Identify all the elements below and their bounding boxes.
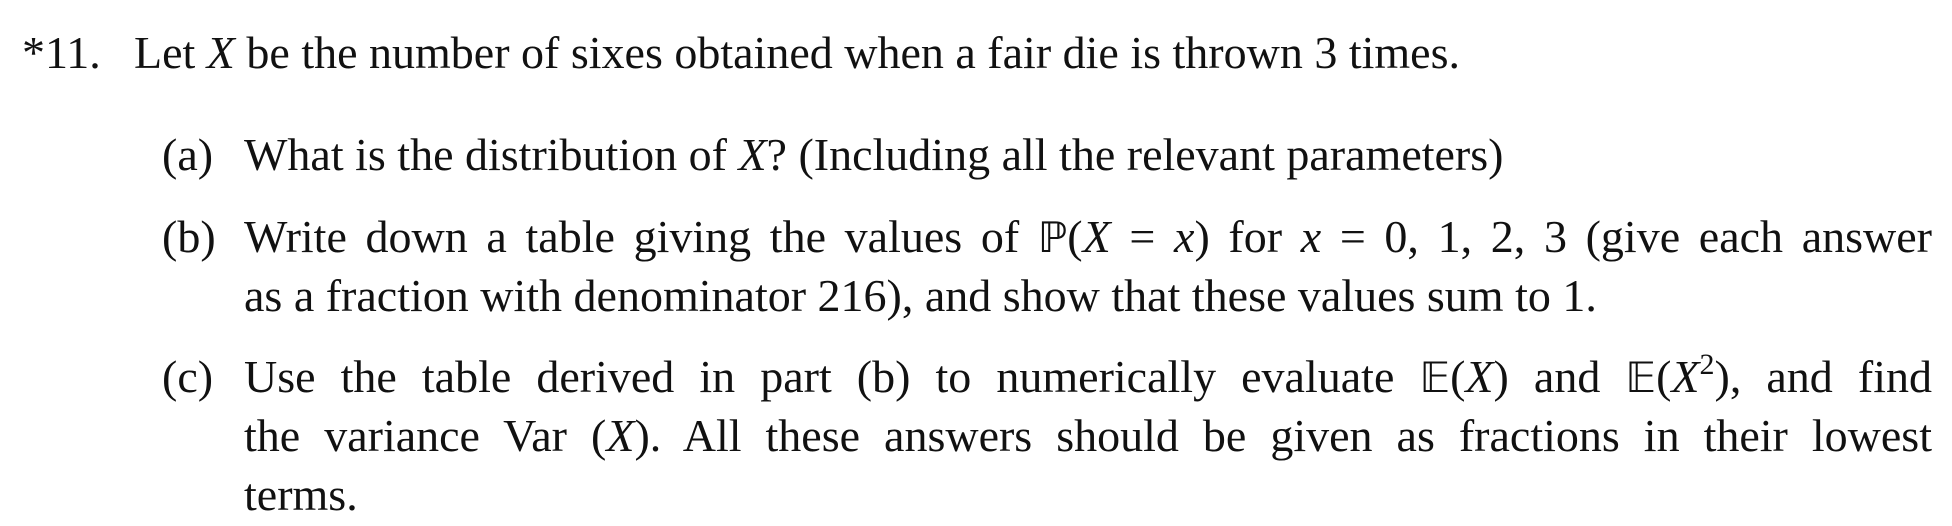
question-header: *11. Let X be the number of sixes obtaine…: [22, 30, 1460, 76]
variable-x: X: [206, 27, 235, 78]
part-c-text-1: Use the table derived in part (b) to num…: [244, 351, 1420, 402]
problem-page: *11. Let X be the number of sixes obtaine…: [0, 0, 1952, 526]
part-b-var-x-upper: X: [1082, 211, 1111, 262]
part-a-text-1: What is the distribution of: [244, 129, 739, 180]
part-a-line-1: What is the distribution of X? (Includin…: [244, 132, 1503, 178]
expectation-symbol-2: 𝔼: [1625, 353, 1657, 402]
part-b-equals: =: [1110, 211, 1175, 262]
part-c-text-2: ) and: [1493, 351, 1626, 402]
question-text-start: Let: [134, 27, 207, 78]
part-b-line-2: as a fraction with denominator 216), and…: [244, 273, 1597, 319]
part-c-text-4: the variance Var (: [244, 410, 607, 461]
part-c-paren-open: (: [1450, 351, 1466, 402]
part-a-label: (a): [162, 129, 214, 180]
question-text-end: be the number of sixes obtained when a f…: [234, 27, 1460, 78]
part-b-text-1: Write down a table giving the values of: [244, 211, 1038, 262]
part-b-label: (b): [162, 211, 216, 262]
part-c-line-1: Use the table derived in part (b) to num…: [244, 350, 1932, 402]
part-c-paren-open-2: (: [1656, 351, 1672, 402]
part-c-var-x-3: X: [606, 410, 635, 461]
part-b-line-1: Write down a table giving the values of …: [244, 214, 1932, 260]
part-a-var-x: X: [738, 129, 767, 180]
part-c-var-x: X: [1465, 351, 1494, 402]
part-b-text-4: as a fraction with denominator 216), and…: [244, 270, 1597, 321]
part-c-text-6: terms.: [244, 469, 358, 520]
part-c-label: (c): [162, 351, 214, 402]
part-b-var-x-lower-2: x: [1300, 211, 1322, 262]
part-c-text-5: ). All these answers should be given as …: [634, 410, 1932, 461]
expectation-symbol: 𝔼: [1419, 353, 1451, 402]
probability-symbol: ℙ: [1037, 213, 1068, 262]
part-b-text-3: = 0, 1, 2, 3 (give each answer: [1321, 211, 1932, 262]
part-c-line-2: the variance Var (X). All these answers …: [244, 413, 1932, 459]
question-number: *11.: [22, 27, 101, 78]
part-c-line-3: terms.: [244, 472, 358, 518]
part-c-exponent: 2: [1699, 348, 1715, 381]
part-a-text-2: ? (Including all the relevant parameters…: [766, 129, 1504, 180]
part-c-text-3: ), and find: [1714, 351, 1932, 402]
part-c-var-x-2: X: [1671, 351, 1700, 402]
part-b-text-2: ) for: [1194, 211, 1301, 262]
part-b-var-x-lower: x: [1174, 211, 1195, 262]
part-b-paren-open: (: [1067, 211, 1083, 262]
